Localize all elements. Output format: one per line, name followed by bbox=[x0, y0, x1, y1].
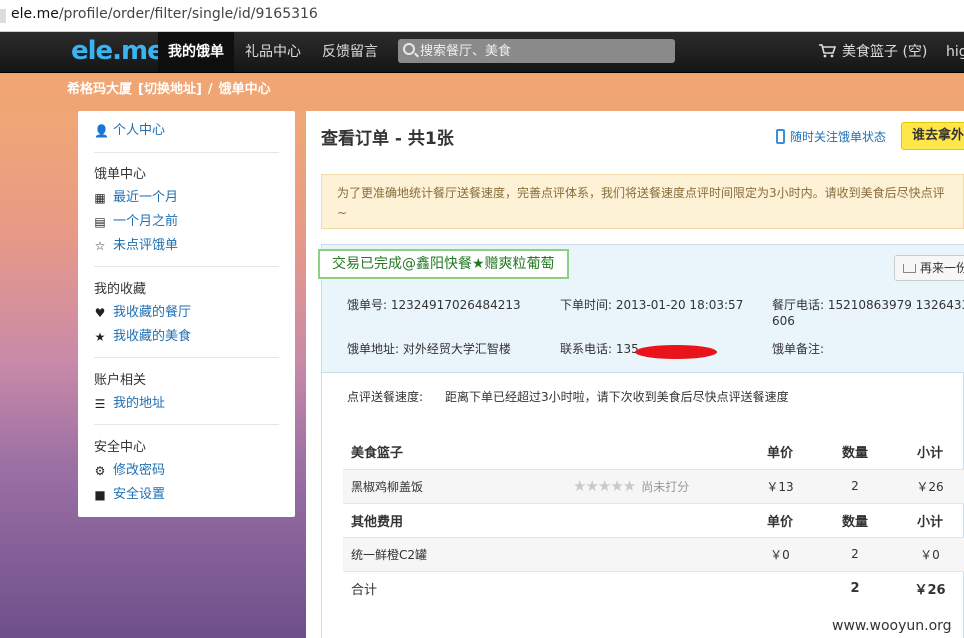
sidebar-item-unrated[interactable]: ☆ 未点评饿单 bbox=[94, 237, 178, 255]
cart-icon bbox=[819, 44, 836, 58]
order-card: 交易已完成@鑫阳快餐★赠爽粒葡萄 再来一份 饿单号: 1232491702648… bbox=[318, 244, 964, 638]
user-icon: 👤 bbox=[94, 124, 109, 138]
restaurant-phone-cont: 606 bbox=[772, 314, 795, 328]
table-total-row: 合计 2 ￥26 bbox=[351, 580, 946, 598]
phone-icon bbox=[776, 129, 785, 144]
order-note: 饿单备注: bbox=[772, 342, 825, 356]
nav-my-orders[interactable]: 我的饿单 bbox=[158, 32, 234, 72]
basket-icon bbox=[903, 264, 916, 273]
breadcrumb-current: 饿单中心 bbox=[218, 82, 271, 97]
search-box[interactable] bbox=[398, 39, 675, 63]
reorder-button[interactable]: 再来一份 bbox=[894, 255, 964, 281]
mobile-follow-link[interactable]: 随时关注饿单状态 bbox=[776, 128, 886, 145]
rating-stars[interactable]: ★★★★★ bbox=[573, 477, 636, 495]
page-title: 查看订单 - 共1张 bbox=[321, 129, 454, 149]
restaurant-phone: 餐厅电话: 15210863979 13264335 bbox=[772, 298, 964, 312]
order-address: 饿单地址: 对外经贸大学汇智楼 bbox=[347, 342, 511, 356]
redaction-mark bbox=[635, 345, 717, 359]
lock-icon: ■ bbox=[94, 488, 106, 502]
sidebar-item-address[interactable]: ☰ 我的地址 bbox=[94, 395, 165, 413]
sidebar-item-change-password[interactable]: ⚙ 修改密码 bbox=[94, 462, 165, 480]
sidebar-item-fav-restaurants[interactable]: ♥ 我收藏的餐厅 bbox=[94, 304, 191, 322]
sidebar-head-favorites: 我的收藏 bbox=[94, 282, 147, 297]
food-rating: ★★★★★ 尚未打分 bbox=[565, 469, 745, 504]
star-icon: ★ bbox=[94, 330, 106, 344]
order-number: 饿单号: 12324917026484213 bbox=[347, 298, 521, 312]
sidebar-item-recent-month[interactable]: ▦ 最近一个月 bbox=[94, 189, 178, 207]
order-time: 下单时间: 2013-01-20 18:03:57 bbox=[560, 298, 744, 312]
search-icon bbox=[403, 43, 415, 55]
sidebar-item-older[interactable]: ▤ 一个月之前 bbox=[94, 213, 178, 231]
table-header: 其他费用 单价 数量 小计 bbox=[343, 503, 964, 538]
divider bbox=[94, 266, 279, 267]
search-input[interactable] bbox=[420, 41, 670, 61]
page-icon bbox=[0, 9, 6, 23]
nav-gift-center[interactable]: 礼品中心 bbox=[235, 32, 311, 72]
star-outline-icon: ☆ bbox=[94, 239, 106, 253]
gear-icon: ⚙ bbox=[94, 464, 106, 478]
top-nav: ele.me 我的饿单 礼品中心 反馈留言 美食篮子 (空) hig bbox=[0, 32, 964, 73]
sidebar-item-fav-food[interactable]: ★ 我收藏的美食 bbox=[94, 328, 191, 346]
sidebar-head-security: 安全中心 bbox=[94, 440, 147, 455]
takeout-button[interactable]: 谁去拿外卖 bbox=[901, 122, 964, 150]
sidebar-head-account: 账户相关 bbox=[94, 373, 147, 388]
site-logo[interactable]: ele.me bbox=[71, 36, 165, 66]
cart-button[interactable]: 美食篮子 (空) bbox=[818, 32, 927, 72]
table-row: 统一鲜橙C2罐 ￥0 2 ￥0 bbox=[343, 537, 964, 572]
url-text[interactable]: ele.me/profile/order/filter/single/id/91… bbox=[11, 6, 318, 22]
breadcrumb-building[interactable]: 希格玛大厦 bbox=[67, 82, 132, 97]
sidebar-item-security-settings[interactable]: ■ 安全设置 bbox=[94, 486, 165, 504]
contact-phone: 联系电话: 135 bbox=[560, 342, 639, 356]
delivery-rating: 点评送餐速度: 距离下单已经超过3小时啦，请下次收到美食后尽快点评送餐速度 bbox=[347, 390, 789, 404]
table-row: 黑椒鸡柳盖饭 ★★★★★ 尚未打分 ￥13 2 ￥26 bbox=[343, 469, 964, 504]
table-header: 美食篮子 单价 数量 小计 bbox=[343, 435, 964, 470]
sidebar: 👤 个人中心 饿单中心 ▦ 最近一个月 ▤ 一个月之前 ☆ 未点评饿单 我的收藏 ♥ 我收… bbox=[78, 111, 295, 517]
main-panel: 查看订单 - 共1张 随时关注饿单状态 谁去拿外卖 为了更准确地统计餐厅送餐速度… bbox=[306, 111, 964, 638]
order-info: 交易已完成@鑫阳快餐★赠爽粒葡萄 再来一份 饿单号: 1232491702648… bbox=[318, 245, 964, 373]
browser-address-bar[interactable]: ele.me/profile/order/filter/single/id/91… bbox=[0, 0, 964, 32]
calendar-icon: ▦ bbox=[94, 191, 106, 205]
divider bbox=[94, 357, 279, 358]
order-status: 交易已完成@鑫阳快餐★赠爽粒葡萄 bbox=[318, 249, 569, 279]
list-icon: ▤ bbox=[94, 215, 106, 229]
sidebar-head-orders: 饿单中心 bbox=[94, 167, 147, 182]
order-items-table: 美食篮子 单价 数量 小计 黑椒鸡柳盖饭 ★★★★★ 尚未打分 ￥13 2 ￥26… bbox=[343, 435, 964, 605]
sidebar-item-personal[interactable]: 👤 个人中心 bbox=[94, 122, 165, 140]
divider bbox=[94, 152, 279, 153]
divider bbox=[94, 424, 279, 425]
breadcrumb-switch-address[interactable]: [切换地址] bbox=[138, 82, 202, 97]
watermark: www.wooyun.org bbox=[832, 618, 952, 634]
list-bullet-icon: ☰ bbox=[94, 397, 106, 411]
user-menu[interactable]: hig bbox=[946, 32, 964, 72]
heart-icon: ♥ bbox=[94, 306, 106, 320]
notice-banner: 为了更准确地统计餐厅送餐速度，完善点评体系，我们将送餐速度点评时间限定为3小时内… bbox=[321, 174, 964, 229]
nav-feedback[interactable]: 反馈留言 bbox=[312, 32, 388, 72]
breadcrumb: 希格玛大厦 [切换地址] / 饿单中心 bbox=[67, 82, 271, 97]
